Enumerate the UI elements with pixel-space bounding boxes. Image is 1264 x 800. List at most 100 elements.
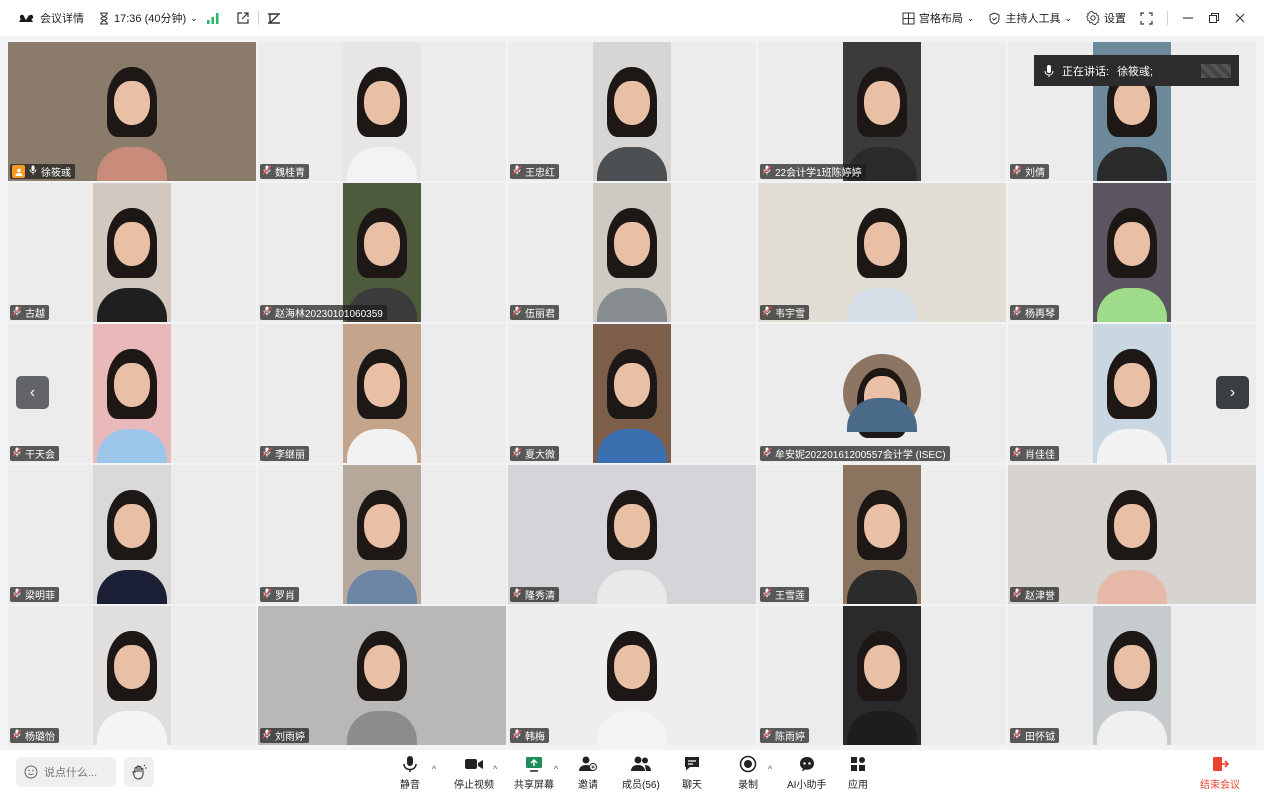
- participant-face: [614, 644, 650, 689]
- participant-video: [758, 183, 1006, 322]
- raise-hand-button[interactable]: [124, 757, 154, 787]
- participant-tile[interactable]: 杨璐怡: [8, 606, 256, 745]
- share-options-caret[interactable]: ^: [554, 764, 558, 774]
- participant-name-tag: 伍丽君: [510, 305, 559, 320]
- microphone-muted-icon: [512, 729, 522, 742]
- participant-face: [114, 221, 150, 266]
- end-meeting-label: 结束会议: [1200, 780, 1240, 791]
- meeting-details-button[interactable]: 会议详情: [18, 10, 84, 26]
- record-options-caret[interactable]: ^: [768, 764, 772, 774]
- microphone-muted-icon: [1012, 729, 1022, 742]
- participant-tile[interactable]: 牟安妮20220161200557会计学 (ISEC): [758, 324, 1006, 463]
- mute-button[interactable]: 静音: [400, 755, 420, 791]
- microphone-muted-icon: [512, 588, 522, 601]
- next-page-button[interactable]: ›: [1216, 376, 1249, 409]
- settings-button[interactable]: 设置: [1086, 10, 1126, 26]
- participant-name-tag: 韩梅: [510, 728, 549, 743]
- participant-tile[interactable]: 古越: [8, 183, 256, 322]
- participant-name: 赵津誉: [1025, 591, 1055, 602]
- participant-tile[interactable]: 隆秀清: [508, 465, 756, 604]
- participant-face: [614, 221, 650, 266]
- fullscreen-icon[interactable]: [1140, 11, 1153, 25]
- whiteboard-icon[interactable]: [267, 11, 281, 25]
- meeting-time[interactable]: 17:36 (40分钟) ⌄: [98, 10, 198, 26]
- participant-name: 韩梅: [525, 732, 545, 743]
- participant-video: [593, 324, 671, 463]
- participant-name: 梁明菲: [25, 591, 55, 602]
- restore-icon[interactable]: [1208, 12, 1220, 24]
- participant-video: [93, 465, 171, 604]
- ai-assistant-button[interactable]: AI小助手: [787, 755, 826, 791]
- participant-tile[interactable]: 刘雨婷: [258, 606, 506, 745]
- participant-name-tag: 赵津誉: [1010, 587, 1059, 602]
- participant-name-tag: 韦宇雪: [760, 305, 809, 320]
- participant-tile[interactable]: 梁明菲: [8, 465, 256, 604]
- participant-tile[interactable]: 杨再琴: [1008, 183, 1256, 322]
- microphone-muted-icon: [512, 306, 522, 319]
- share-screen-button[interactable]: 共享屏幕: [514, 755, 554, 791]
- chat-button[interactable]: 聊天: [682, 755, 702, 791]
- participant-tile[interactable]: 罗肖: [258, 465, 506, 604]
- microphone-muted-icon: [762, 729, 772, 742]
- external-link-icon[interactable]: [236, 11, 250, 25]
- record-button[interactable]: 录制: [738, 755, 758, 791]
- microphone-muted-icon: [262, 165, 272, 178]
- grid-layout-button[interactable]: 宫格布局 ⌄: [902, 10, 974, 26]
- stop-video-button[interactable]: 停止视频: [454, 755, 494, 791]
- participant-name: 徐筱彧: [41, 168, 71, 179]
- invite-button[interactable]: 邀请: [578, 755, 598, 791]
- participant-body: [97, 288, 167, 322]
- participant-face: [614, 362, 650, 407]
- participant-face: [864, 221, 900, 266]
- participant-tile[interactable]: 赵津誉: [1008, 465, 1256, 604]
- participant-body: [347, 570, 417, 604]
- microphone-muted-icon: [1012, 588, 1022, 601]
- close-icon[interactable]: [1234, 12, 1246, 24]
- participant-tile[interactable]: 李继丽: [258, 324, 506, 463]
- participant-body: [847, 711, 917, 745]
- participant-tile[interactable]: 夏大微: [508, 324, 756, 463]
- apps-button[interactable]: 应用: [848, 755, 868, 791]
- share-screen-label: 共享屏幕: [514, 780, 554, 791]
- video-options-caret[interactable]: ^: [493, 764, 497, 774]
- participant-tile[interactable]: 赵海林20230101060359: [258, 183, 506, 322]
- previous-page-button[interactable]: ‹: [16, 376, 49, 409]
- minimize-icon[interactable]: [1182, 12, 1194, 24]
- participant-tile[interactable]: 伍丽君: [508, 183, 756, 322]
- participant-tile[interactable]: 韩梅: [508, 606, 756, 745]
- participant-name: 罗肖: [275, 591, 295, 602]
- participant-tile[interactable]: 王雪莲: [758, 465, 1006, 604]
- participant-body: [1097, 288, 1167, 322]
- apps-label: 应用: [848, 780, 868, 791]
- chat-input[interactable]: 说点什么...: [16, 757, 116, 787]
- participant-tile[interactable]: 韦宇雪: [758, 183, 1006, 322]
- participant-body: [347, 429, 417, 463]
- host-tools-button[interactable]: 主持人工具 ⌄: [988, 10, 1072, 26]
- microphone-muted-icon: [262, 588, 272, 601]
- ai-assistant-icon: [799, 757, 814, 772]
- members-button[interactable]: 成员(56): [622, 755, 660, 791]
- end-meeting-button[interactable]: 结束会议: [1200, 755, 1240, 791]
- participant-tile[interactable]: 田怀钺: [1008, 606, 1256, 745]
- participant-name-tag: 肖佳佳: [1010, 446, 1059, 461]
- participant-tile[interactable]: 22会计学1班陈婷婷: [758, 42, 1006, 181]
- participant-name: 夏大微: [525, 450, 555, 461]
- microphone-icon: [403, 756, 417, 772]
- participant-name-tag: 罗肖: [260, 587, 299, 602]
- participant-tile[interactable]: 徐筱彧: [8, 42, 256, 181]
- participant-video: [843, 465, 921, 604]
- microphone-muted-icon: [1012, 447, 1022, 460]
- participant-name-tag: 隆秀清: [510, 587, 559, 602]
- participant-tile[interactable]: 陈雨婷: [758, 606, 1006, 745]
- participant-name: 李继丽: [275, 450, 305, 461]
- mute-options-caret[interactable]: ^: [432, 764, 436, 774]
- participant-name: 肖佳佳: [1025, 450, 1055, 461]
- speaker-thumbnail: [1201, 63, 1231, 78]
- participant-video: [1093, 324, 1171, 463]
- participant-face: [864, 503, 900, 548]
- signal-strength-icon[interactable]: [206, 12, 220, 24]
- grid-layout-label: 宫格布局: [918, 13, 963, 25]
- meeting-details-label: 会议详情: [40, 13, 84, 25]
- participant-tile[interactable]: 王忠红: [508, 42, 756, 181]
- participant-tile[interactable]: 魏桂青: [258, 42, 506, 181]
